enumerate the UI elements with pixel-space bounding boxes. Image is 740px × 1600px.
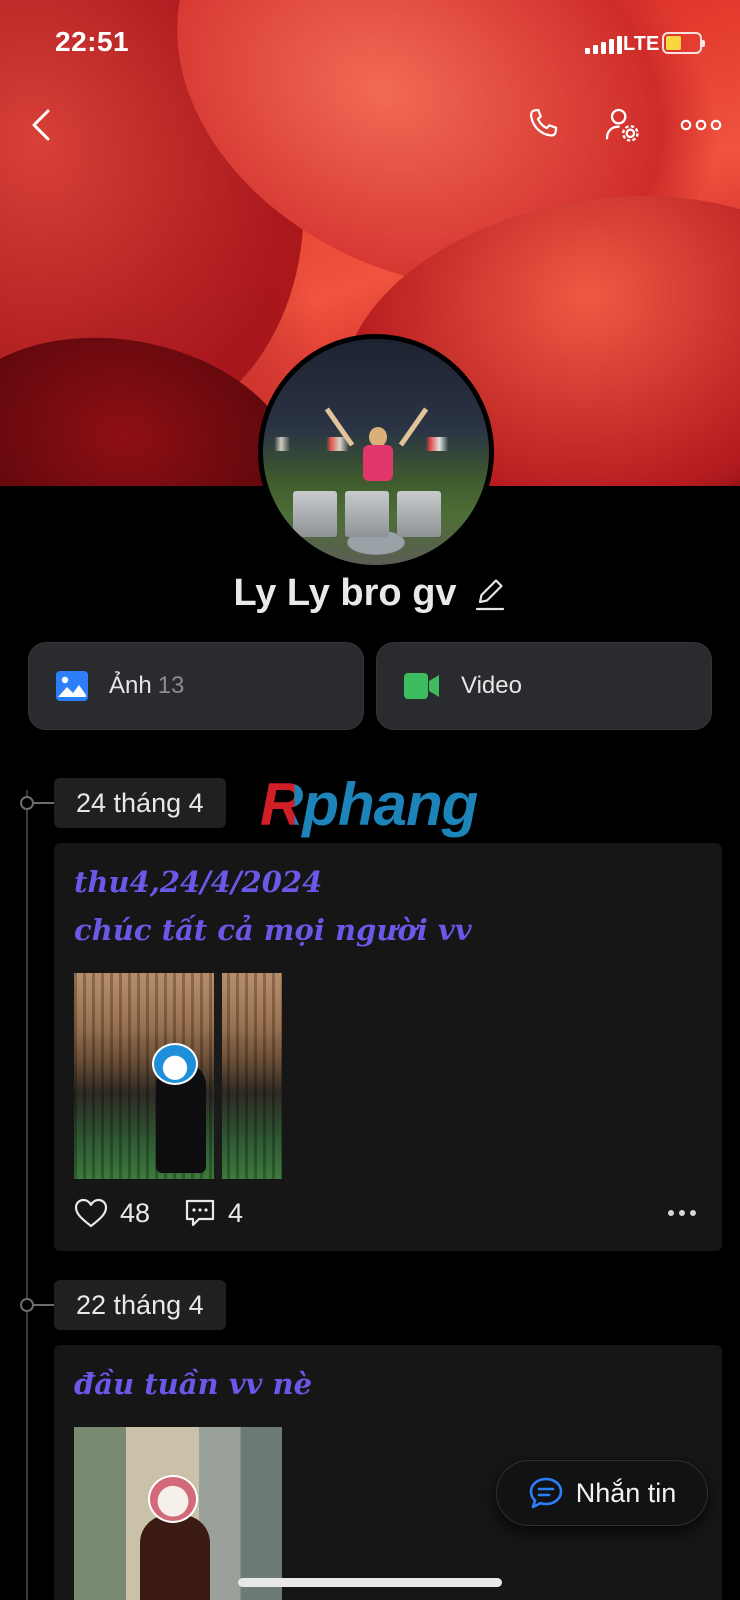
photos-count: 13 — [157, 672, 185, 699]
photos-label: Ảnh — [109, 672, 152, 699]
pencil-icon — [475, 578, 504, 610]
user-settings-icon — [605, 108, 639, 142]
timeline-line — [26, 790, 28, 1600]
comment-count: 4 — [228, 1197, 244, 1228]
home-indicator[interactable] — [238, 1578, 502, 1587]
video-button[interactable]: Video — [376, 642, 712, 730]
avatar[interactable] — [258, 334, 494, 570]
video-label: Video — [461, 672, 522, 699]
message-button-label: Nhắn tin — [575, 1477, 677, 1508]
user-settings-button[interactable] — [597, 100, 647, 150]
battery-icon — [662, 32, 705, 54]
image-icon — [56, 671, 88, 701]
timeline-connector — [34, 1304, 54, 1306]
like-button[interactable]: 48 — [74, 1198, 150, 1229]
chat-bubble-icon — [529, 1477, 563, 1509]
chevron-left-icon — [32, 109, 50, 141]
post-more-button[interactable] — [662, 1198, 702, 1228]
signal-icon — [585, 36, 622, 54]
more-horizontal-icon — [680, 119, 722, 131]
timeline-connector — [34, 802, 54, 804]
post-caption-line: đầu tuần vv nè — [74, 1367, 313, 1401]
more-button[interactable] — [676, 100, 726, 150]
status-bar: 22:51 LTE — [0, 0, 740, 90]
post-photo[interactable] — [74, 973, 282, 1179]
timeline-dot — [20, 796, 34, 810]
back-button[interactable] — [16, 100, 66, 150]
message-button[interactable]: Nhắn tin — [496, 1460, 708, 1526]
timeline-dot — [20, 1298, 34, 1312]
heart-icon — [74, 1198, 108, 1228]
video-camera-icon — [404, 673, 439, 699]
date-chip: 24 tháng 4 — [54, 778, 226, 828]
photos-button[interactable]: Ảnh 13 — [28, 642, 364, 730]
comment-button[interactable]: 4 — [184, 1198, 243, 1229]
profile-name: Ly Ly bro gv — [233, 572, 457, 614]
watermark-logo: Rphang — [260, 771, 478, 838]
post-caption-line: thu4,24/4/2024 — [74, 865, 323, 899]
edit-name-button[interactable] — [473, 575, 507, 613]
status-time: 22:51 — [55, 26, 130, 57]
post-photo[interactable] — [74, 1427, 282, 1600]
call-button[interactable] — [518, 100, 568, 150]
date-chip: 22 tháng 4 — [54, 1280, 226, 1330]
like-count: 48 — [120, 1197, 151, 1228]
profile-name-row: Ly Ly bro gv — [0, 572, 740, 615]
post-actions: 48 4 — [74, 1193, 702, 1233]
more-horizontal-icon — [668, 1210, 696, 1216]
phone-icon — [530, 108, 558, 137]
post-caption-line: chúc tất cả mọi người vv — [74, 913, 472, 947]
comment-icon — [185, 1199, 215, 1227]
network-type: LTE — [623, 33, 660, 55]
post-card[interactable]: thu4,24/4/2024 chúc tất cả mọi người vv … — [54, 843, 722, 1251]
